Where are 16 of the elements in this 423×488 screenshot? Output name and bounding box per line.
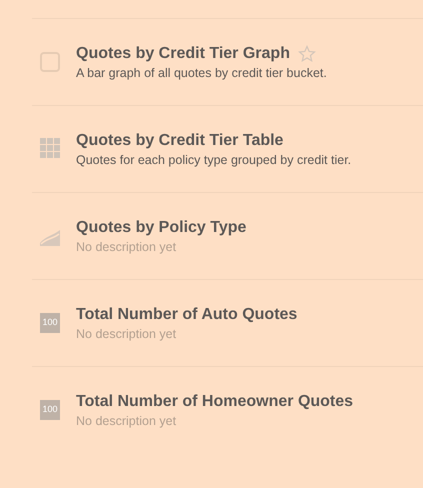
item-title[interactable]: Quotes by Credit Tier Graph	[76, 43, 290, 65]
item-description: No description yet	[76, 413, 178, 429]
item-title[interactable]: Total Number of Homeowner Quotes	[76, 391, 354, 413]
grid-icon	[40, 138, 60, 158]
item-description: Quotes for each policy type grouped by credit tier.	[76, 152, 352, 168]
number-icon: 100	[40, 400, 60, 420]
area-chart-icon	[40, 230, 60, 246]
item-description: No description yet	[76, 239, 178, 255]
item-title[interactable]: Quotes by Credit Tier Table	[76, 130, 284, 152]
number-icon: 100	[40, 313, 60, 333]
item-description: A bar graph of all quotes by credit tier bucket.	[76, 65, 327, 81]
checkbox[interactable]	[40, 52, 60, 72]
star-icon[interactable]	[298, 45, 316, 63]
item-title[interactable]: Quotes by Policy Type	[76, 217, 246, 239]
item-title[interactable]: Total Number of Auto Quotes	[76, 304, 298, 326]
item-description: No description yet	[76, 326, 178, 342]
